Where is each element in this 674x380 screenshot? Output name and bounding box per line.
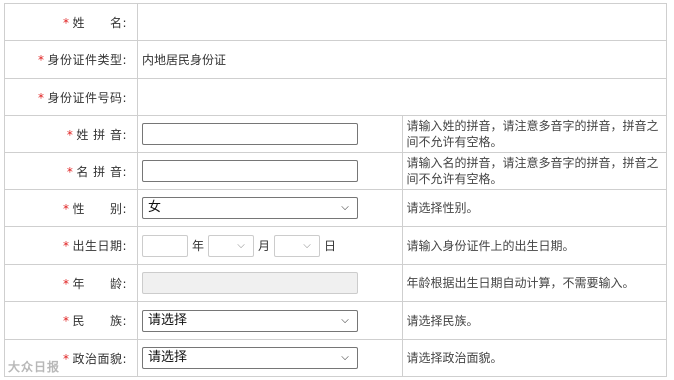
row-political-status: * 政治面貌: 请选择 ⌵ 请选择政治面貌。 [4, 339, 667, 377]
birthdate-controls: 年 ⌵ 月 ⌵ 日 [142, 234, 398, 257]
ethnicity-select[interactable]: 请选择 ⌵ [142, 309, 358, 332]
surname-pinyin-input[interactable] [142, 123, 358, 145]
ethnicity-label: 民 族: [72, 314, 127, 328]
gender-label-cell: * 性 别: [4, 189, 138, 227]
name-label: 姓 名: [72, 15, 127, 30]
month-unit: 月 [258, 239, 271, 253]
required-mark: * [37, 90, 45, 105]
required-mark: * [62, 201, 70, 216]
chevron-down-icon: ⌵ [303, 240, 311, 251]
required-mark: * [62, 15, 70, 30]
political-status-selected-value: 请选择 [148, 350, 188, 365]
required-mark: * [37, 53, 45, 67]
gender-select[interactable]: 女 ⌵ [142, 197, 358, 219]
name-label-cell: * 姓 名: [4, 3, 138, 41]
watermark: 大众日报 [8, 360, 61, 374]
gender-label: 性 别: [72, 201, 127, 216]
row-ethnicity: * 民 族: 请选择 ⌵ 请选择民族。 [4, 301, 667, 340]
age-hint: 年龄根据出生日期自动计算，不需要输入。 [401, 264, 667, 302]
name-value [137, 3, 667, 41]
ethnicity-hint: 请选择民族。 [401, 301, 667, 340]
ethnicity-cell: 请选择 ⌵ [137, 301, 403, 340]
chevron-down-icon: ⌵ [341, 314, 349, 326]
ethnicity-label-cell: * 民 族: [4, 301, 138, 340]
political-status-select[interactable]: 请选择 ⌵ [142, 347, 358, 369]
row-surname-pinyin: * 姓 拼 音: 请输入姓的拼音，请注意多音字的拼音，拼音之间不允许有空格。 [4, 115, 667, 153]
year-unit: 年 [192, 239, 205, 253]
gender-selected-value: 女 [148, 200, 162, 215]
given-pinyin-label: 名 拼 音: [76, 164, 127, 179]
birth-year-input[interactable] [142, 234, 188, 257]
day-unit: 日 [324, 239, 337, 253]
surname-pinyin-hint: 请输入姓的拼音，请注意多音字的拼音，拼音之间不允许有空格。 [401, 115, 667, 153]
required-mark: * [62, 351, 70, 366]
chevron-down-icon: ⌵ [237, 240, 245, 251]
required-mark: * [66, 127, 74, 142]
required-mark: * [62, 239, 70, 253]
id-type-label-cell: * 身份证件类型: [4, 40, 138, 79]
registration-form: * 姓 名: * 身份证件类型: 内地居民身份证 * 身份证件号码: * 姓 拼 音: … [4, 3, 667, 377]
required-mark: * [66, 164, 74, 179]
row-age: * 年 龄: 年龄根据出生日期自动计算，不需要输入。 [4, 264, 667, 302]
political-status-label: 政治面貌: [72, 351, 127, 366]
surname-pinyin-label: 姓 拼 音: [76, 127, 127, 142]
age-input [142, 272, 358, 294]
birth-month-select[interactable]: ⌵ [208, 234, 255, 257]
birthdate-label: 出生日期: [72, 239, 127, 253]
row-given-pinyin: * 名 拼 音: 请输入名的拼音，请注意多音字的拼音，拼音之间不允许有空格。 [4, 152, 667, 190]
id-type-label: 身份证件类型: [47, 53, 127, 67]
id-number-label-cell: * 身份证件号码: [4, 78, 138, 116]
age-label-cell: * 年 龄: [4, 264, 138, 302]
row-id-type: * 身份证件类型: 内地居民身份证 [4, 40, 667, 79]
required-mark: * [62, 276, 70, 291]
birthdate-hint: 请输入身份证件上的出生日期。 [401, 226, 667, 265]
row-name: * 姓 名: [4, 3, 667, 41]
political-status-cell: 请选择 ⌵ [137, 339, 403, 377]
given-pinyin-cell [137, 152, 403, 190]
row-gender: * 性 别: 女 ⌵ 请选择性别。 [4, 189, 667, 227]
surname-pinyin-cell [137, 115, 403, 153]
ethnicity-selected-value: 请选择 [148, 312, 188, 328]
surname-pinyin-label-cell: * 姓 拼 音: [4, 115, 138, 153]
birthdate-label-cell: * 出生日期: [4, 226, 138, 265]
id-type-value: 内地居民身份证 [137, 40, 667, 79]
chevron-down-icon: ⌵ [341, 352, 349, 363]
row-id-number: * 身份证件号码: [4, 78, 667, 116]
birthdate-cell: 年 ⌵ 月 ⌵ 日 [137, 226, 403, 265]
given-pinyin-hint: 请输入名的拼音，请注意多音字的拼音，拼音之间不允许有空格。 [401, 152, 667, 190]
id-number-label: 身份证件号码: [47, 90, 127, 105]
age-cell [137, 264, 403, 302]
political-status-hint: 请选择政治面貌。 [401, 339, 667, 377]
id-number-value [137, 78, 667, 116]
required-mark: * [62, 314, 70, 328]
gender-cell: 女 ⌵ [137, 189, 403, 227]
row-birthdate: * 出生日期: 年 ⌵ 月 ⌵ 日 请输入身份证件上的出生日期。 [4, 226, 667, 265]
birth-day-select[interactable]: ⌵ [274, 234, 321, 257]
given-pinyin-label-cell: * 名 拼 音: [4, 152, 138, 190]
chevron-down-icon: ⌵ [341, 202, 349, 213]
age-label: 年 龄: [72, 276, 127, 291]
given-pinyin-input[interactable] [142, 160, 358, 182]
gender-hint: 请选择性别。 [401, 189, 667, 227]
